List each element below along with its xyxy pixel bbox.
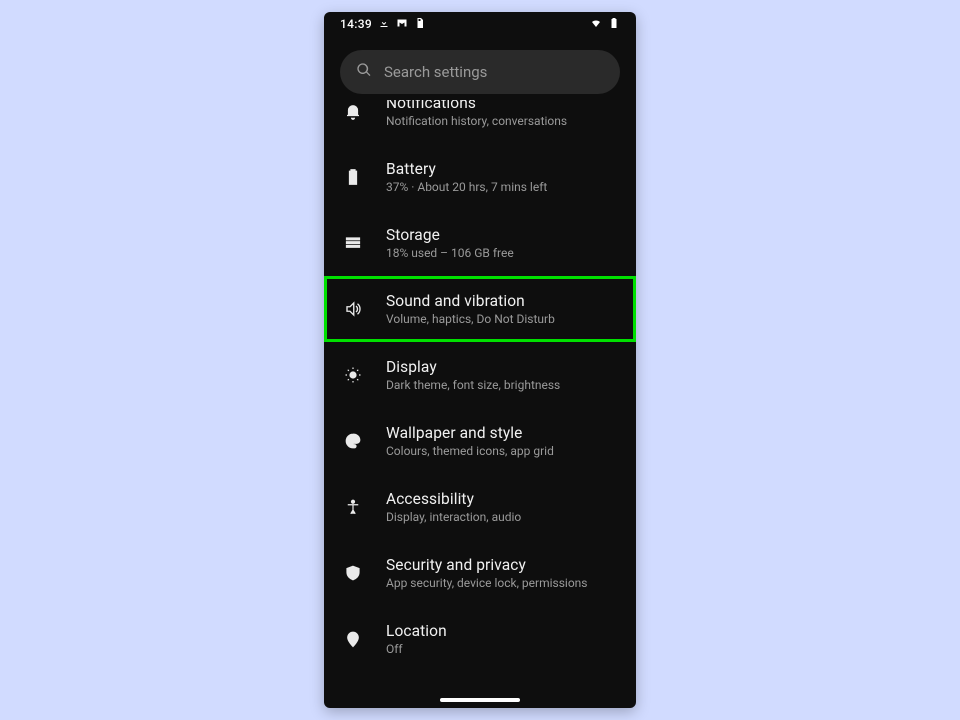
phone-frame: 14:39 Search settings Notifications Noti… xyxy=(324,12,636,708)
location-icon xyxy=(342,630,364,648)
item-subtitle: App security, device lock, permissions xyxy=(386,576,587,590)
item-title: Sound and vibration xyxy=(386,292,555,310)
item-title: Location xyxy=(386,622,447,640)
item-title: Display xyxy=(386,358,560,376)
settings-item-wallpaper[interactable]: Wallpaper and style Colours, themed icon… xyxy=(324,408,636,474)
item-subtitle: 18% used – 106 GB free xyxy=(386,246,514,260)
home-indicator[interactable] xyxy=(440,698,520,702)
settings-item-battery[interactable]: Battery 37% · About 20 hrs, 7 mins left xyxy=(324,144,636,210)
sim-icon xyxy=(414,17,426,32)
item-subtitle: 37% · About 20 hrs, 7 mins left xyxy=(386,180,547,194)
wifi-icon xyxy=(590,17,602,32)
item-subtitle: Off xyxy=(386,642,447,656)
search-placeholder: Search settings xyxy=(384,63,487,81)
item-title: Accessibility xyxy=(386,490,521,508)
status-bar: 14:39 xyxy=(324,12,636,36)
item-title: Wallpaper and style xyxy=(386,424,554,442)
download-icon xyxy=(378,17,390,32)
item-title: Notifications xyxy=(386,100,567,112)
gmail-icon xyxy=(396,17,408,32)
settings-item-notifications[interactable]: Notifications Notification history, conv… xyxy=(324,100,636,144)
settings-item-display[interactable]: Display Dark theme, font size, brightnes… xyxy=(324,342,636,408)
shield-icon xyxy=(342,564,364,582)
item-subtitle: Display, interaction, audio xyxy=(386,510,521,524)
accessibility-icon xyxy=(342,498,364,516)
settings-item-location[interactable]: Location Off xyxy=(324,606,636,672)
item-title: Security and privacy xyxy=(386,556,587,574)
settings-item-storage[interactable]: Storage 18% used – 106 GB free xyxy=(324,210,636,276)
palette-icon xyxy=(342,432,364,450)
storage-icon xyxy=(342,234,364,252)
settings-list[interactable]: Notifications Notification history, conv… xyxy=(324,100,636,708)
battery-icon xyxy=(342,168,364,186)
item-subtitle: Volume, haptics, Do Not Disturb xyxy=(386,312,555,326)
item-subtitle: Colours, themed icons, app grid xyxy=(386,444,554,458)
battery-icon xyxy=(608,17,620,32)
settings-item-sound[interactable]: Sound and vibration Volume, haptics, Do … xyxy=(324,276,636,342)
item-title: Storage xyxy=(386,226,514,244)
settings-item-accessibility[interactable]: Accessibility Display, interaction, audi… xyxy=(324,474,636,540)
item-subtitle: Notification history, conversations xyxy=(386,114,567,128)
item-subtitle: Dark theme, font size, brightness xyxy=(386,378,560,392)
search-settings[interactable]: Search settings xyxy=(340,50,620,94)
item-title: Battery xyxy=(386,160,547,178)
settings-item-security[interactable]: Security and privacy App security, devic… xyxy=(324,540,636,606)
clock: 14:39 xyxy=(340,17,372,31)
bell-icon xyxy=(342,102,364,120)
sound-icon xyxy=(342,300,364,318)
display-icon xyxy=(342,366,364,384)
search-icon xyxy=(356,62,372,82)
